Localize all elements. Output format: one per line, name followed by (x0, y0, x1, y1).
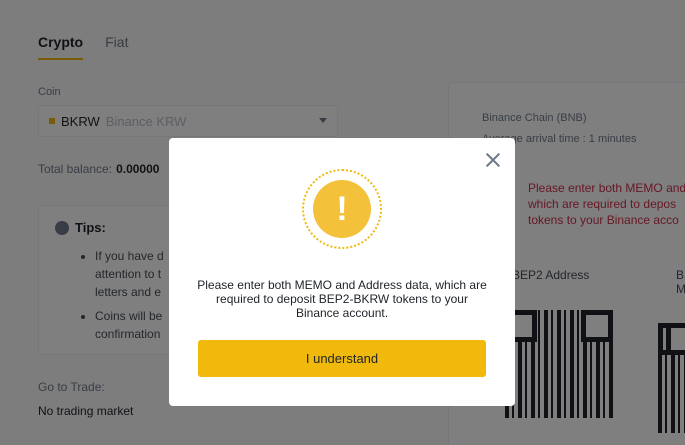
modal-message: Please enter both MEMO and Address data,… (197, 278, 487, 320)
alert-icon-ring: ! (302, 169, 382, 249)
memo-warning-modal: ! Please enter both MEMO and Address dat… (169, 138, 515, 406)
exclamation-icon: ! (313, 180, 371, 238)
i-understand-button[interactable]: I understand (198, 340, 486, 377)
close-icon[interactable] (483, 150, 503, 170)
